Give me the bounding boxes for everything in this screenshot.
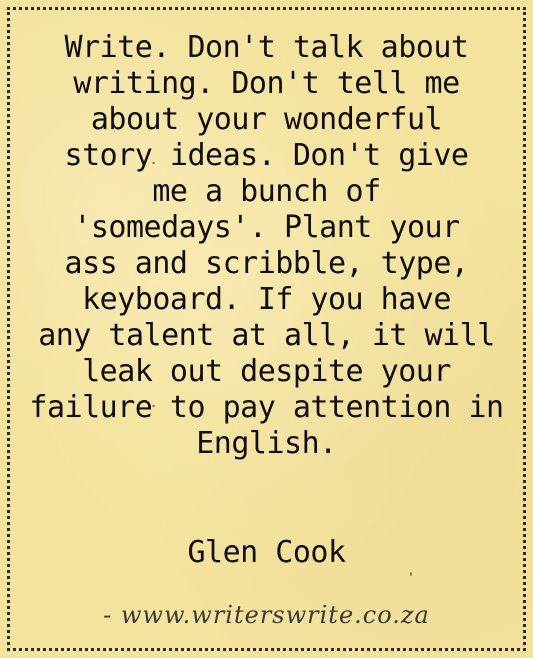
quote-text: Write. Don't talk about writing. Don't t… bbox=[29, 30, 504, 461]
author-name: Glen Cook bbox=[187, 535, 346, 570]
website-credit: - www.writerswrite.co.za bbox=[103, 601, 430, 629]
quote-card: Write. Don't talk about writing. Don't t… bbox=[0, 0, 533, 658]
paper-speck bbox=[410, 572, 412, 576]
paper-speck bbox=[152, 162, 155, 164]
paper-speck bbox=[152, 405, 155, 407]
